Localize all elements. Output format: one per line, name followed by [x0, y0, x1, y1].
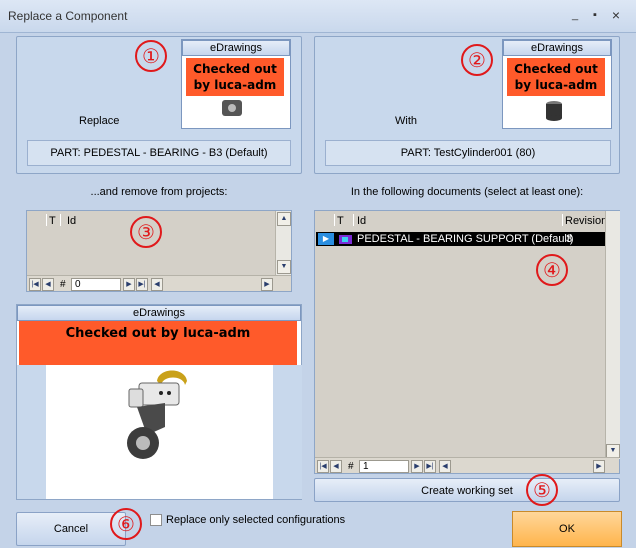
with-part-thumbnail — [546, 101, 562, 121]
replace-selected-configs-label[interactable]: Replace only selected configurations — [166, 514, 345, 526]
close-button[interactable]: × — [609, 8, 623, 22]
title-bar: Replace a Component _ ▪ × — [0, 0, 636, 33]
preview-panel: eDrawings Checked out by luca-adm — [16, 304, 302, 500]
documents-grid[interactable]: T Id Revision ▶ PEDESTAL - BEARING SUPPO… — [314, 210, 620, 474]
preview-left-margin — [17, 365, 46, 499]
next-record-icon[interactable]: ▶ — [411, 460, 423, 473]
ok-button[interactable]: OK — [512, 511, 622, 547]
column-divider — [60, 214, 61, 226]
replace-label: Replace — [79, 115, 120, 127]
cancel-button[interactable]: Cancel — [16, 512, 126, 546]
scroll-right-icon[interactable]: ▶ — [593, 460, 605, 473]
maximize-button[interactable]: ▪ — [588, 9, 602, 21]
with-edrawings-header[interactable]: eDrawings — [503, 40, 611, 56]
remove-projects-label: ...and remove from projects: — [90, 186, 228, 198]
document-id: PEDESTAL - BEARING SUPPORT (Default) — [357, 233, 574, 245]
column-divider — [334, 214, 335, 226]
replace-preview: eDrawings Checked out by luca-adm — [181, 39, 291, 129]
replace-selected-configs-checkbox[interactable] — [150, 514, 162, 526]
first-record-icon[interactable]: |◀ — [29, 278, 41, 291]
documents-row[interactable]: ▶ PEDESTAL - BEARING SUPPORT (Default) 3 — [316, 232, 606, 246]
projects-record-input[interactable]: 0 — [71, 278, 121, 291]
documents-navigator: |◀ ◀ # 1 ▶ ▶| ◀ ▶ — [315, 457, 619, 473]
row-indicator-icon: ▶ — [318, 233, 334, 245]
with-preview: eDrawings Checked out by luca-adm — [502, 39, 612, 129]
last-record-icon[interactable]: ▶| — [424, 460, 436, 473]
next-record-icon[interactable]: ▶ — [123, 278, 135, 291]
annotation-1: ① — [135, 40, 167, 72]
scroll-up-icon[interactable]: ▲ — [277, 212, 291, 226]
replace-part-name: PART: PEDESTAL - BEARING - B3 (Default) — [27, 140, 291, 166]
projects-navigator: |◀ ◀ # 0 ▶ ▶| ◀ ▶ — [27, 275, 291, 291]
annotation-3: ③ — [130, 216, 162, 248]
document-revision: 3 — [566, 233, 573, 245]
documents-grid-header: T Id Revision — [315, 211, 607, 229]
prev-record-icon[interactable]: ◀ — [330, 460, 342, 473]
prev-record-icon[interactable]: ◀ — [42, 278, 54, 291]
preview-checked-out-banner: Checked out by luca-adm — [19, 321, 297, 365]
with-label: With — [395, 115, 417, 127]
documents-col-t[interactable]: T — [337, 215, 344, 227]
documents-vertical-scrollbar[interactable]: ▼ — [605, 211, 620, 459]
record-hash: # — [60, 279, 66, 290]
with-part-name: PART: TestCylinder001 (80) — [325, 140, 611, 166]
preview-edrawings-header[interactable]: eDrawings — [17, 305, 301, 321]
documents-col-id[interactable]: Id — [357, 215, 366, 227]
column-divider — [46, 214, 47, 226]
create-working-set-button[interactable]: Create working set — [314, 478, 620, 502]
preview-right-margin — [273, 365, 302, 499]
annotation-4: ④ — [536, 254, 568, 286]
replace-edrawings-header[interactable]: eDrawings — [182, 40, 290, 56]
part-icon — [339, 235, 352, 244]
documents-col-revision[interactable]: Revision — [565, 215, 607, 227]
column-divider — [562, 214, 563, 226]
replace-checked-out-banner: Checked out by luca-adm — [186, 58, 284, 96]
last-record-icon[interactable]: ▶| — [136, 278, 148, 291]
minimize-button[interactable]: _ — [568, 9, 582, 21]
replace-part-thumbnail — [222, 100, 242, 116]
bearing-support-model — [127, 370, 187, 459]
projects-col-id[interactable]: Id — [67, 215, 76, 227]
scroll-left-icon[interactable]: ◀ — [439, 460, 451, 473]
annotation-2: ② — [461, 44, 493, 76]
scroll-right-icon[interactable]: ▶ — [261, 278, 273, 291]
scroll-left-icon[interactable]: ◀ — [151, 278, 163, 291]
documents-label: In the following documents (select at le… — [350, 186, 584, 198]
scroll-down-icon[interactable]: ▼ — [606, 444, 620, 458]
window-title: Replace a Component — [8, 9, 128, 23]
projects-col-t[interactable]: T — [49, 215, 56, 227]
annotation-6: ⑥ — [110, 508, 142, 540]
column-divider — [353, 214, 354, 226]
annotation-5: ⑤ — [526, 474, 558, 506]
projects-vertical-scrollbar[interactable]: ▲ ▼ — [275, 211, 291, 275]
with-checked-out-banner: Checked out by luca-adm — [507, 58, 605, 96]
scroll-down-icon[interactable]: ▼ — [277, 260, 291, 274]
record-hash: # — [348, 461, 354, 472]
documents-record-input[interactable]: 1 — [359, 460, 409, 473]
first-record-icon[interactable]: |◀ — [317, 460, 329, 473]
